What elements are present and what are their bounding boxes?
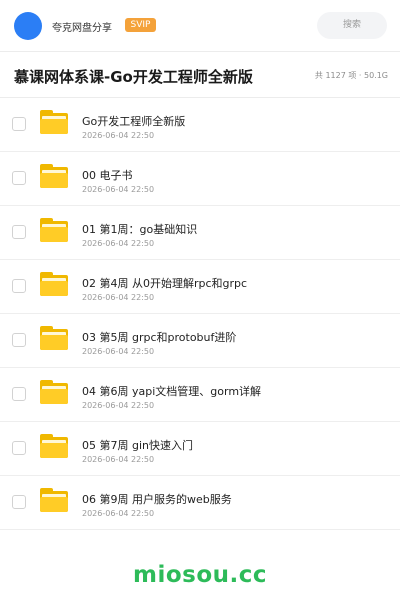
file-name[interactable]: 04 第6周 yapi文档管理、gorm详解	[82, 383, 261, 399]
file-name[interactable]: 00 电子书	[82, 167, 133, 183]
share-summary: 共 1127 项 · 50.1G	[314, 71, 388, 80]
file-date: 2026-06-04 22:50	[82, 347, 155, 356]
row-checkbox[interactable]	[12, 117, 26, 131]
folder-icon	[40, 218, 68, 242]
file-date: 2026-06-04 22:50	[82, 509, 155, 518]
row-checkbox[interactable]	[12, 495, 26, 509]
file-row[interactable]: 02 第4周 从0开始理解rpc和grpc 2026-06-04 22:50	[0, 260, 400, 314]
file-date: 2026-06-04 22:50	[82, 239, 155, 248]
page-title: 慕课网体系课-Go开发工程师全新版	[14, 68, 253, 86]
row-checkbox[interactable]	[12, 387, 26, 401]
file-row[interactable]: 06 第9周 用户服务的web服务 2026-06-04 22:50	[0, 476, 400, 530]
folder-icon	[40, 380, 68, 404]
owner-name[interactable]: 夸克网盘分享	[52, 19, 112, 34]
file-row[interactable]: Go开发工程师全新版 2026-06-04 22:50	[0, 98, 400, 152]
row-checkbox[interactable]	[12, 225, 26, 239]
file-name[interactable]: 05 第7周 gin快速入门	[82, 437, 193, 453]
file-date: 2026-06-04 22:50	[82, 455, 155, 464]
folder-icon	[40, 326, 68, 350]
folder-icon	[40, 434, 68, 458]
row-checkbox[interactable]	[12, 171, 26, 185]
search-button[interactable]: 搜索	[317, 12, 387, 39]
folder-icon	[40, 488, 68, 512]
file-row[interactable]: 04 第6周 yapi文档管理、gorm详解 2026-06-04 22:50	[0, 368, 400, 422]
file-row[interactable]: 00 电子书 2026-06-04 22:50	[0, 152, 400, 206]
folder-icon	[40, 272, 68, 296]
footer: miosou.cc	[0, 548, 400, 600]
file-name[interactable]: 03 第5周 grpc和protobuf进阶	[82, 329, 236, 345]
avatar[interactable]	[14, 12, 42, 40]
file-date: 2026-06-04 22:50	[82, 401, 155, 410]
file-row[interactable]: 03 第5周 grpc和protobuf进阶 2026-06-04 22:50	[0, 314, 400, 368]
file-date: 2026-06-04 22:50	[82, 185, 155, 194]
file-name[interactable]: 02 第4周 从0开始理解rpc和grpc	[82, 275, 247, 291]
header: 夸克网盘分享 SVIP 搜索	[0, 0, 400, 52]
folder-icon	[40, 110, 68, 134]
file-name[interactable]: 01 第1周：go基础知识	[82, 221, 197, 237]
file-date: 2026-06-04 22:50	[82, 131, 155, 140]
folder-icon	[40, 164, 68, 188]
file-row[interactable]: 01 第1周：go基础知识 2026-06-04 22:50	[0, 206, 400, 260]
file-list: Go开发工程师全新版 2026-06-04 22:50 00 电子书 2026-06-…	[0, 98, 400, 530]
file-name[interactable]: Go开发工程师全新版	[82, 113, 185, 129]
watermark-text: miosou.cc	[132, 562, 268, 588]
row-checkbox[interactable]	[12, 333, 26, 347]
title-bar: 慕课网体系课-Go开发工程师全新版 共 1127 项 · 50.1G	[0, 52, 400, 98]
row-checkbox[interactable]	[12, 441, 26, 455]
file-row[interactable]: 05 第7周 gin快速入门 2026-06-04 22:50	[0, 422, 400, 476]
row-checkbox[interactable]	[12, 279, 26, 293]
svip-badge: SVIP	[125, 18, 156, 32]
file-date: 2026-06-04 22:50	[82, 293, 155, 302]
file-name[interactable]: 06 第9周 用户服务的web服务	[82, 491, 232, 507]
